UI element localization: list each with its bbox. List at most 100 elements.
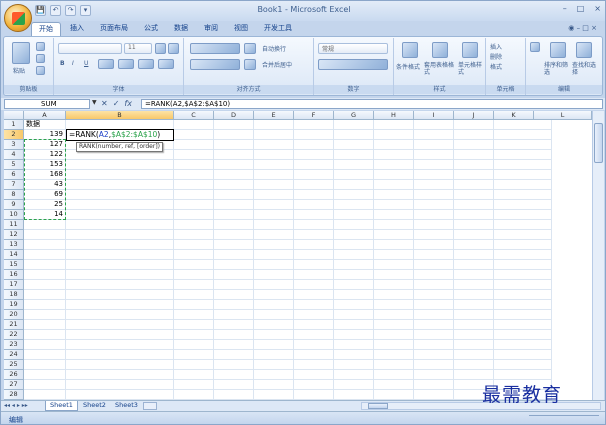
shrink-font-icon[interactable] xyxy=(168,43,179,54)
cell[interactable] xyxy=(254,380,294,390)
row-header[interactable]: 18 xyxy=(4,290,24,300)
cell[interactable] xyxy=(254,160,294,170)
row-header[interactable]: 4 xyxy=(4,150,24,160)
cell[interactable] xyxy=(374,310,414,320)
cell[interactable] xyxy=(214,380,254,390)
cell-a[interactable] xyxy=(24,250,66,260)
row-header[interactable]: 22 xyxy=(4,330,24,340)
cell[interactable] xyxy=(214,250,254,260)
cell[interactable] xyxy=(454,130,494,140)
cell[interactable] xyxy=(454,170,494,180)
cell[interactable] xyxy=(414,290,454,300)
cell[interactable] xyxy=(294,200,334,210)
row-header[interactable]: 26 xyxy=(4,370,24,380)
cell[interactable] xyxy=(66,340,174,350)
cell[interactable] xyxy=(294,350,334,360)
cell[interactable] xyxy=(454,290,494,300)
cell-a[interactable]: 139 xyxy=(24,130,66,140)
column-header-k[interactable]: K xyxy=(494,111,534,120)
row-header[interactable]: 11 xyxy=(4,220,24,230)
copy-icon[interactable] xyxy=(36,54,45,63)
cell[interactable] xyxy=(294,330,334,340)
cell-a[interactable] xyxy=(24,380,66,390)
cell[interactable] xyxy=(374,230,414,240)
cell[interactable] xyxy=(334,240,374,250)
cell[interactable] xyxy=(494,240,552,250)
font-name-select[interactable] xyxy=(58,43,122,54)
cell[interactable] xyxy=(254,390,294,400)
row-header[interactable]: 19 xyxy=(4,300,24,310)
cell[interactable] xyxy=(494,140,552,150)
cell[interactable] xyxy=(454,350,494,360)
cell[interactable] xyxy=(454,270,494,280)
cell[interactable] xyxy=(494,290,552,300)
cell[interactable] xyxy=(374,340,414,350)
cell[interactable] xyxy=(66,260,174,270)
cell[interactable] xyxy=(414,170,454,180)
vertical-align-icon[interactable] xyxy=(190,43,240,54)
cell[interactable] xyxy=(174,130,214,140)
format-painter-icon[interactable] xyxy=(36,66,45,75)
cell[interactable] xyxy=(414,180,454,190)
cell[interactable] xyxy=(494,360,552,370)
find-select-button[interactable]: 查找和选择 xyxy=(572,62,598,76)
cell[interactable] xyxy=(374,350,414,360)
font-size-select[interactable]: 11 xyxy=(124,43,152,54)
column-header-c[interactable]: C xyxy=(174,111,214,120)
cell[interactable] xyxy=(66,240,174,250)
cell[interactable] xyxy=(254,220,294,230)
insert-cells-button[interactable]: 插入 xyxy=(490,42,502,51)
sheet-tab-sheet3[interactable]: Sheet3 xyxy=(111,401,142,411)
cell[interactable] xyxy=(294,220,334,230)
sheet-nav-buttons[interactable]: ◂◂ ◂ ▸ ▸▸ xyxy=(4,402,28,409)
customize-qat-icon[interactable]: ▾ xyxy=(80,5,91,16)
conditional-format-icon[interactable] xyxy=(402,42,418,58)
cell[interactable] xyxy=(214,330,254,340)
cell[interactable] xyxy=(374,210,414,220)
cell[interactable] xyxy=(254,300,294,310)
cell[interactable] xyxy=(334,280,374,290)
undo-icon[interactable]: ↶ xyxy=(50,5,61,16)
sort-filter-button[interactable]: 排序和筛选 xyxy=(544,62,568,76)
cell[interactable] xyxy=(254,270,294,280)
row-header[interactable]: 15 xyxy=(4,260,24,270)
cell-a[interactable]: 25 xyxy=(24,200,66,210)
row-header[interactable]: 24 xyxy=(4,350,24,360)
cell[interactable] xyxy=(66,250,174,260)
cell[interactable] xyxy=(66,320,174,330)
tab-view[interactable]: 视图 xyxy=(227,22,255,36)
cell[interactable] xyxy=(214,200,254,210)
cell[interactable] xyxy=(254,230,294,240)
cell[interactable] xyxy=(174,250,214,260)
cell-a[interactable] xyxy=(24,350,66,360)
cell-a[interactable] xyxy=(24,320,66,330)
cell[interactable] xyxy=(254,140,294,150)
cell[interactable] xyxy=(414,190,454,200)
cell[interactable] xyxy=(334,220,374,230)
cell[interactable] xyxy=(254,320,294,330)
cell[interactable] xyxy=(454,150,494,160)
cell[interactable] xyxy=(66,220,174,230)
cell[interactable] xyxy=(294,190,334,200)
cell[interactable] xyxy=(294,290,334,300)
column-header-g[interactable]: G xyxy=(334,111,374,120)
cell[interactable] xyxy=(374,190,414,200)
column-header-e[interactable]: E xyxy=(254,111,294,120)
cell[interactable] xyxy=(294,360,334,370)
column-header-j[interactable]: J xyxy=(454,111,494,120)
cell[interactable] xyxy=(254,370,294,380)
format-cells-button[interactable]: 格式 xyxy=(490,62,502,71)
cell[interactable] xyxy=(494,220,552,230)
cell[interactable] xyxy=(294,230,334,240)
cell[interactable] xyxy=(294,120,334,130)
find-select-icon[interactable] xyxy=(576,42,592,58)
cell[interactable] xyxy=(214,310,254,320)
cell[interactable] xyxy=(294,140,334,150)
cell[interactable] xyxy=(494,230,552,240)
cell-a[interactable] xyxy=(24,340,66,350)
tab-formulas[interactable]: 公式 xyxy=(137,22,165,36)
cell[interactable] xyxy=(334,380,374,390)
cell[interactable] xyxy=(454,240,494,250)
cell-a[interactable] xyxy=(24,360,66,370)
cell[interactable] xyxy=(66,310,174,320)
